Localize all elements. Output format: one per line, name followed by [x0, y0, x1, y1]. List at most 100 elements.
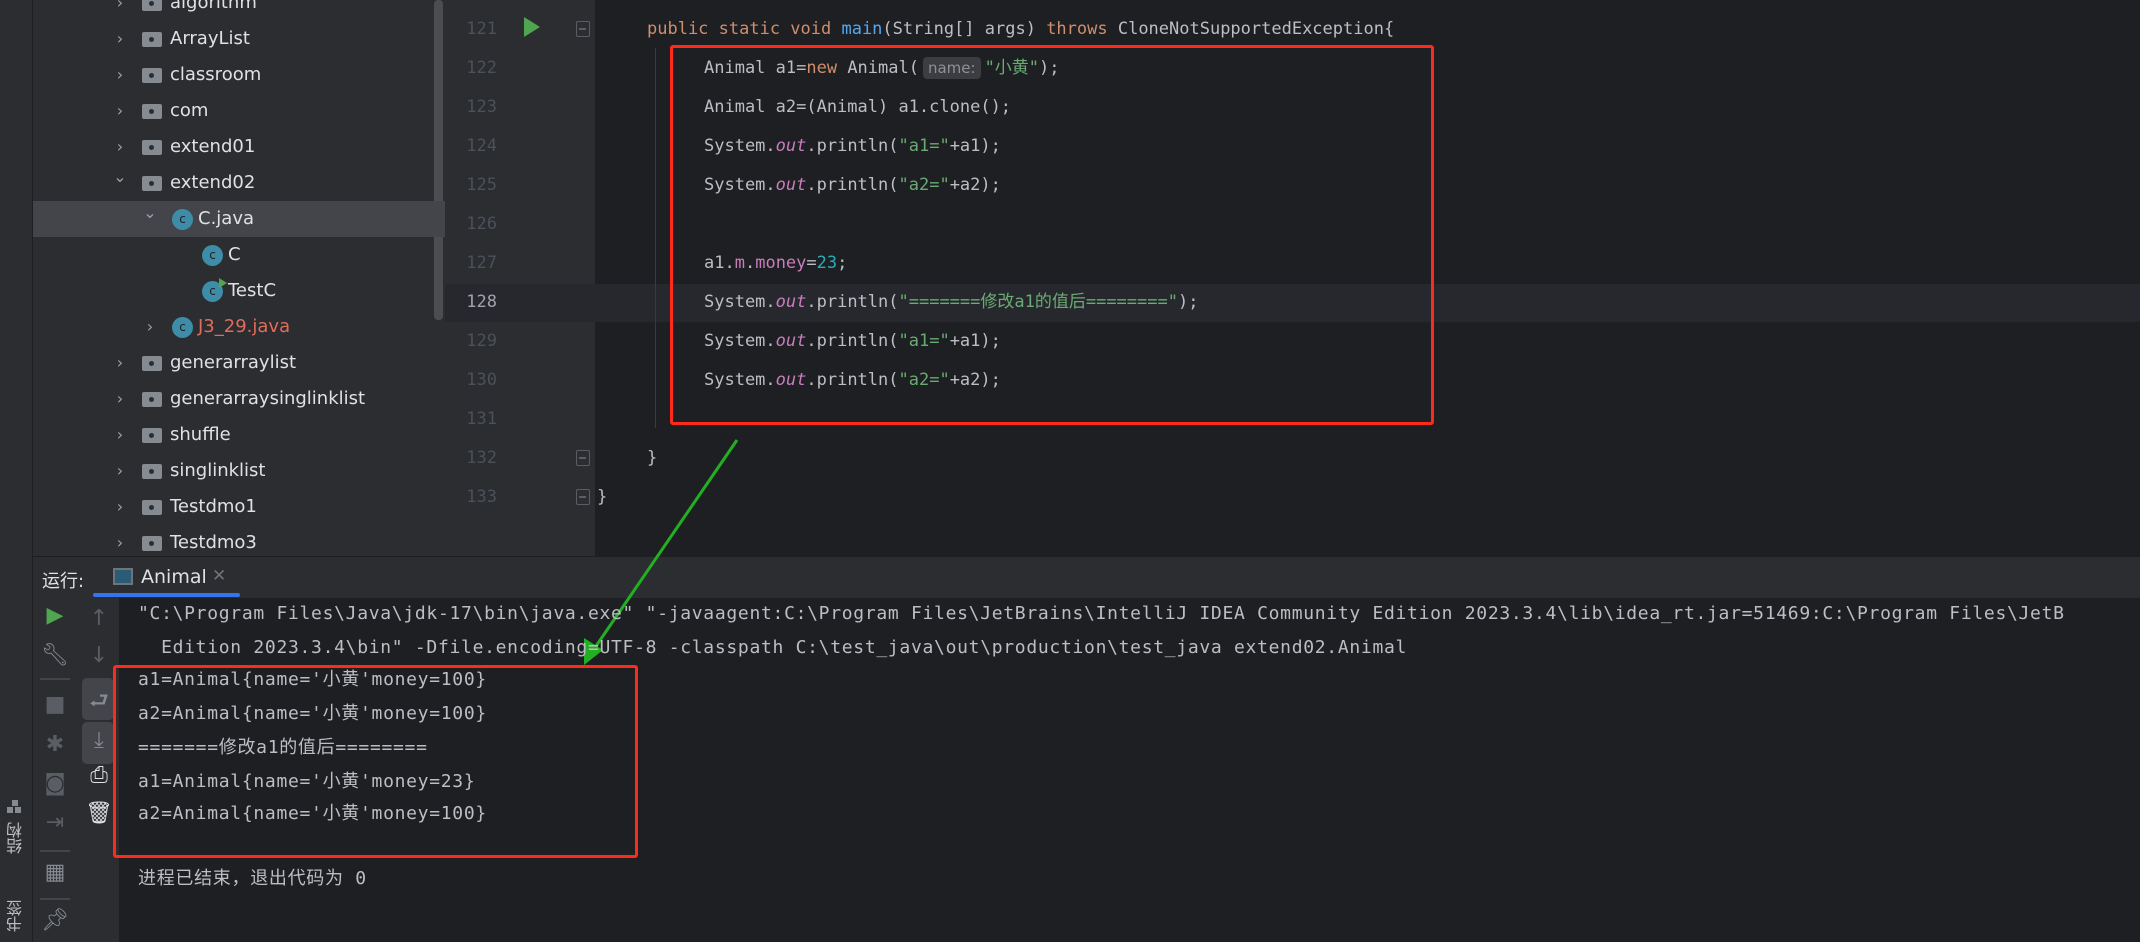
tree-item-label[interactable]: J3_29.java [198, 309, 290, 345]
structure-tab[interactable]: 结构 [4, 822, 28, 854]
tree-item[interactable]: › Testdmo1 [33, 489, 445, 525]
chevron-right-icon[interactable]: › [112, 93, 128, 129]
code-line[interactable]: System.out.println("a2="+a2); [704, 166, 1001, 205]
code-line[interactable]: } [597, 478, 607, 517]
chevron-down-icon[interactable]: ⌄ [142, 195, 158, 231]
scroll-to-end-icon[interactable]: ⤓ [82, 728, 116, 753]
chevron-right-icon[interactable]: › [112, 525, 128, 561]
camera-icon[interactable]: ◙ [38, 771, 72, 796]
tree-item[interactable]: › c J3_29.java [33, 309, 445, 345]
tree-item[interactable]: ⌄ extend02 [33, 165, 445, 201]
tree-item-label[interactable]: C [228, 237, 241, 273]
print-icon[interactable]: ⎙ [82, 763, 116, 788]
tree-item[interactable]: › algorithm [33, 0, 445, 21]
code-token: out [775, 136, 807, 156]
tree-item[interactable]: › extend01 [33, 129, 445, 165]
tree-item-label[interactable]: generarraylist [170, 345, 296, 381]
tree-item-label[interactable]: com [170, 93, 208, 129]
wrench-icon[interactable]: 🔧︎ [38, 643, 72, 668]
chevron-right-icon[interactable]: › [112, 57, 128, 93]
close-icon[interactable]: ✕ [212, 566, 226, 586]
exit-icon[interactable]: ⇥ [38, 810, 72, 835]
fold-icon[interactable] [576, 450, 590, 466]
rerun-icon[interactable]: ▶ [38, 603, 72, 628]
layout-icon[interactable]: ▦ [38, 860, 72, 885]
code-line[interactable]: Animal a2=(Animal) a1.clone(); [704, 88, 1011, 127]
tab-animal-label[interactable]: Animal [141, 566, 207, 588]
chevron-right-icon[interactable]: › [112, 453, 128, 489]
chevron-right-icon[interactable]: › [112, 345, 128, 381]
chevron-right-icon[interactable]: › [112, 417, 128, 453]
chevron-down-icon[interactable]: ⌄ [112, 159, 128, 195]
tree-item[interactable]: › com [33, 93, 445, 129]
tree-item-label[interactable]: TestC [228, 273, 276, 309]
tree-item-label[interactable]: algorithm [170, 0, 257, 21]
code-line[interactable]: System.out.println("a1="+a1); [704, 127, 1001, 166]
code-token: out [775, 292, 807, 312]
code-line[interactable]: System.out.println("=======修改a1的值后======… [704, 283, 1198, 322]
tree-item[interactable]: cC [33, 237, 445, 273]
folder-icon [142, 140, 162, 155]
up-arrow-icon[interactable]: ↑ [82, 606, 116, 631]
line-number: 130 [466, 370, 497, 390]
run-badge-icon [219, 278, 227, 288]
tree-item-label[interactable]: Testdmo1 [170, 489, 257, 525]
chevron-right-icon[interactable]: › [112, 21, 128, 57]
code-line[interactable]: } [647, 439, 657, 478]
code-token: .println( [806, 175, 899, 195]
structure-icon[interactable] [7, 800, 23, 814]
debug-icon[interactable]: ✱ [38, 732, 72, 757]
tree-item[interactable]: › generarraylist [33, 345, 445, 381]
tree-item[interactable]: c TestC [33, 273, 445, 309]
chevron-right-icon[interactable]: › [112, 0, 128, 21]
folder-icon [142, 68, 162, 83]
bookmarks-tab[interactable]: 书签 [4, 900, 28, 932]
trash-icon[interactable]: 🗑︎ [82, 801, 116, 826]
line-number: 123 [466, 97, 497, 117]
tree-item-label[interactable]: classroom [170, 57, 261, 93]
tree-item[interactable]: ⌄ c C.java [33, 201, 445, 237]
code-token: "a1=" [898, 136, 950, 156]
tree-item[interactable]: › shuffle [33, 417, 445, 453]
tree-item[interactable]: › Testdmo3 [33, 525, 445, 561]
tree-item[interactable]: › generarraysinglinklist [33, 381, 445, 417]
fold-icon[interactable] [576, 21, 590, 37]
toolbar-divider [40, 850, 70, 852]
code-line[interactable]: a1.m.money=23; [704, 244, 847, 283]
tree-item-label[interactable]: Testdmo3 [170, 525, 257, 561]
tree-item-label[interactable]: extend01 [170, 129, 255, 165]
toolbar-divider [40, 898, 70, 900]
code-line[interactable]: System.out.println("a1="+a1); [704, 322, 1001, 361]
tree-item-label[interactable]: generarraysinglinklist [170, 381, 365, 417]
runnable-class-icon: c [202, 278, 227, 302]
stop-icon[interactable]: ■ [38, 692, 72, 717]
code-token: = [806, 253, 817, 273]
tree-item[interactable]: › classroom [33, 57, 445, 93]
line-number: 125 [466, 175, 497, 195]
code-token: System. [704, 175, 776, 195]
soft-wrap-icon[interactable]: ⮐ [82, 684, 116, 722]
code-token: . [744, 253, 756, 273]
console-line: "C:\Program Files\Java\jdk-17\bin\java.e… [138, 603, 2065, 624]
tree-item-label[interactable]: extend02 [170, 165, 255, 201]
run-gutter-icon[interactable] [524, 17, 540, 37]
tree-item[interactable]: › singlinklist [33, 453, 445, 489]
tree-item-label[interactable]: singlinklist [170, 453, 265, 489]
code-line[interactable]: Animal a1=new Animal(name: "小黄"); [704, 49, 1060, 88]
tree-item-label[interactable]: C.java [198, 201, 254, 237]
pin-icon[interactable]: 📌︎ [38, 908, 72, 933]
code-token: .println( [806, 331, 899, 351]
fold-icon[interactable] [576, 489, 590, 505]
chevron-right-icon[interactable]: › [142, 309, 158, 345]
chevron-right-icon[interactable]: › [112, 489, 128, 525]
tree-item-label[interactable]: shuffle [170, 417, 231, 453]
code-line[interactable]: public static void main(String[] args) t… [647, 10, 1394, 49]
tree-item-label[interactable]: ArrayList [170, 21, 250, 57]
chevron-right-icon[interactable]: › [112, 381, 128, 417]
code-line[interactable]: System.out.println("a2="+a2); [704, 361, 1001, 400]
down-arrow-icon[interactable]: ↓ [82, 643, 116, 668]
code-token: main [841, 19, 883, 39]
code-token: "小黄" [984, 58, 1040, 78]
code-token: .println( [806, 370, 899, 390]
tree-item[interactable]: › ArrayList [33, 21, 445, 57]
